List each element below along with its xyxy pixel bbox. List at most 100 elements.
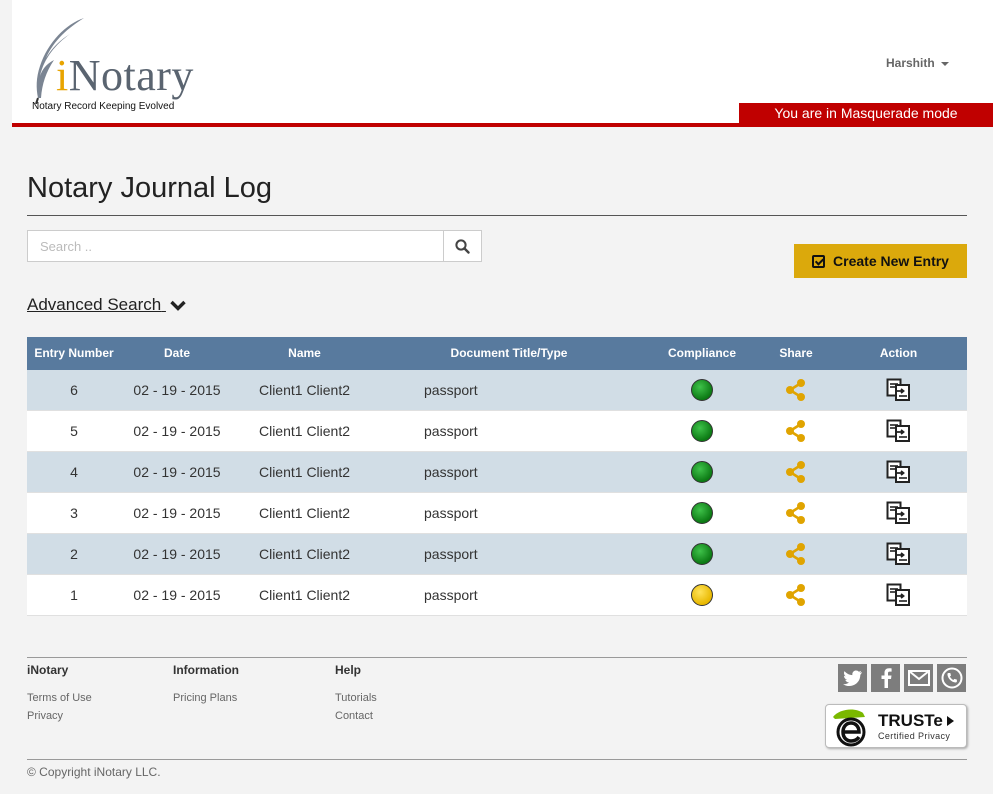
col-date[interactable]: Date	[121, 337, 233, 370]
create-new-entry-button[interactable]: Create New Entry	[794, 244, 967, 278]
entry-name: Client1 Client2	[258, 382, 351, 398]
truste-seal-icon	[833, 709, 866, 747]
share-button[interactable]	[762, 534, 830, 574]
entry-name: Client1 Client2	[258, 587, 351, 603]
search-button[interactable]	[443, 231, 481, 261]
table-row[interactable]: 5 02 - 19 - 2015 Client1 Client2 passport	[27, 411, 967, 452]
document-transfer-icon	[886, 460, 912, 484]
inotary-logo[interactable]: iNotary Notary Record Keeping Evolved	[26, 14, 226, 114]
share-button[interactable]	[762, 370, 830, 410]
action-button[interactable]	[830, 534, 967, 574]
footer-link-privacy[interactable]: Privacy	[27, 710, 63, 722]
twitter-button[interactable]	[838, 664, 867, 692]
table-row[interactable]: 4 02 - 19 - 2015 Client1 Client2 passport	[27, 452, 967, 493]
entry-date: 02 - 19 - 2015	[133, 464, 221, 480]
action-button[interactable]	[830, 575, 967, 615]
table-row[interactable]: 3 02 - 19 - 2015 Client1 Client2 passport	[27, 493, 967, 534]
share-button[interactable]	[762, 452, 830, 492]
advanced-search-label: Advanced Search	[27, 295, 162, 314]
copyright-text: © Copyright iNotary LLC.	[27, 765, 161, 779]
email-icon	[907, 670, 930, 686]
footer-divider-bottom	[27, 759, 967, 760]
footer-link-terms[interactable]: Terms of Use	[27, 692, 92, 704]
facebook-button[interactable]	[871, 664, 900, 692]
footer-divider-top	[27, 657, 967, 658]
action-button[interactable]	[830, 452, 967, 492]
col-entry-number[interactable]: Entry Number	[27, 337, 121, 370]
action-button[interactable]	[830, 370, 967, 410]
logo-wordmark: iNotary	[56, 50, 194, 101]
col-action: Action	[879, 346, 918, 360]
footer-link-pricing[interactable]: Pricing Plans	[173, 692, 237, 704]
table-row[interactable]: 2 02 - 19 - 2015 Client1 Client2 passport	[27, 534, 967, 575]
entry-name: Client1 Client2	[258, 464, 351, 480]
entry-document: passport	[424, 382, 478, 398]
entry-number: 3	[70, 505, 78, 521]
compliance-status-icon	[691, 420, 713, 442]
compliance-cell	[642, 411, 762, 451]
checkbox-icon	[812, 254, 826, 268]
entry-name: Client1 Client2	[258, 505, 351, 521]
share-icon	[785, 460, 807, 484]
document-transfer-icon	[886, 419, 912, 443]
search-box	[27, 230, 482, 262]
entry-name: Client1 Client2	[258, 546, 351, 562]
col-compliance[interactable]: Compliance	[642, 337, 762, 370]
entry-document: passport	[424, 546, 478, 562]
entry-date: 02 - 19 - 2015	[133, 423, 221, 439]
caret-down-icon	[940, 61, 949, 66]
compliance-status-icon	[691, 502, 713, 524]
logo-name: Notary	[68, 51, 194, 100]
table-header: Entry Number Date Name Document Title/Ty…	[27, 337, 967, 370]
table-body: 6 02 - 19 - 2015 Client1 Client2 passport 5 0…	[27, 370, 967, 616]
entry-date: 02 - 19 - 2015	[133, 587, 221, 603]
email-button[interactable]	[904, 664, 933, 692]
page-title: Notary Journal Log	[27, 172, 273, 204]
footer-heading-help: Help	[335, 663, 362, 677]
table-row[interactable]: 6 02 - 19 - 2015 Client1 Client2 passport	[27, 370, 967, 411]
share-icon	[785, 583, 807, 607]
facebook-icon	[881, 668, 892, 688]
phone-button[interactable]	[937, 664, 966, 692]
entry-date: 02 - 19 - 2015	[133, 505, 221, 521]
col-document-title[interactable]: Document Title/Type	[376, 337, 642, 370]
share-button[interactable]	[762, 411, 830, 451]
action-button[interactable]	[830, 493, 967, 533]
search-input[interactable]	[28, 231, 443, 261]
masquerade-banner: You are in Masquerade mode	[739, 103, 993, 123]
compliance-cell	[642, 452, 762, 492]
twitter-icon	[842, 670, 862, 687]
col-name[interactable]: Name	[233, 337, 376, 370]
share-icon	[785, 542, 807, 566]
footer-link-tutorials[interactable]: Tutorials	[335, 692, 377, 704]
share-icon	[785, 419, 807, 443]
truste-badge[interactable]: TRUSTe Certified Privacy	[825, 704, 967, 748]
col-share: Share	[779, 346, 813, 360]
action-button[interactable]	[830, 411, 967, 451]
truste-title: TRUSTe	[878, 711, 943, 730]
advanced-search-toggle[interactable]: Advanced Search	[27, 295, 186, 315]
user-name: Harshith	[886, 56, 935, 70]
share-button[interactable]	[762, 575, 830, 615]
user-menu[interactable]: Harshith	[886, 56, 949, 70]
document-transfer-icon	[886, 378, 912, 402]
entry-date: 02 - 19 - 2015	[133, 546, 221, 562]
entry-number: 2	[70, 546, 78, 562]
compliance-status-icon	[691, 584, 713, 606]
create-new-entry-label: Create New Entry	[833, 253, 949, 269]
entry-number: 5	[70, 423, 78, 439]
document-transfer-icon	[886, 583, 912, 607]
footer-link-contact[interactable]: Contact	[335, 710, 373, 722]
entry-document: passport	[424, 587, 478, 603]
entry-name: Client1 Client2	[258, 423, 351, 439]
share-button[interactable]	[762, 493, 830, 533]
entry-document: passport	[424, 423, 478, 439]
chevron-down-icon	[170, 300, 186, 311]
entry-document: passport	[424, 505, 478, 521]
site-header: iNotary Notary Record Keeping Evolved Ha…	[12, 0, 993, 127]
entry-number: 6	[70, 382, 78, 398]
logo-i: i	[56, 51, 69, 100]
phone-icon	[941, 667, 962, 689]
document-transfer-icon	[886, 542, 912, 566]
table-row[interactable]: 1 02 - 19 - 2015 Client1 Client2 passport	[27, 575, 967, 616]
